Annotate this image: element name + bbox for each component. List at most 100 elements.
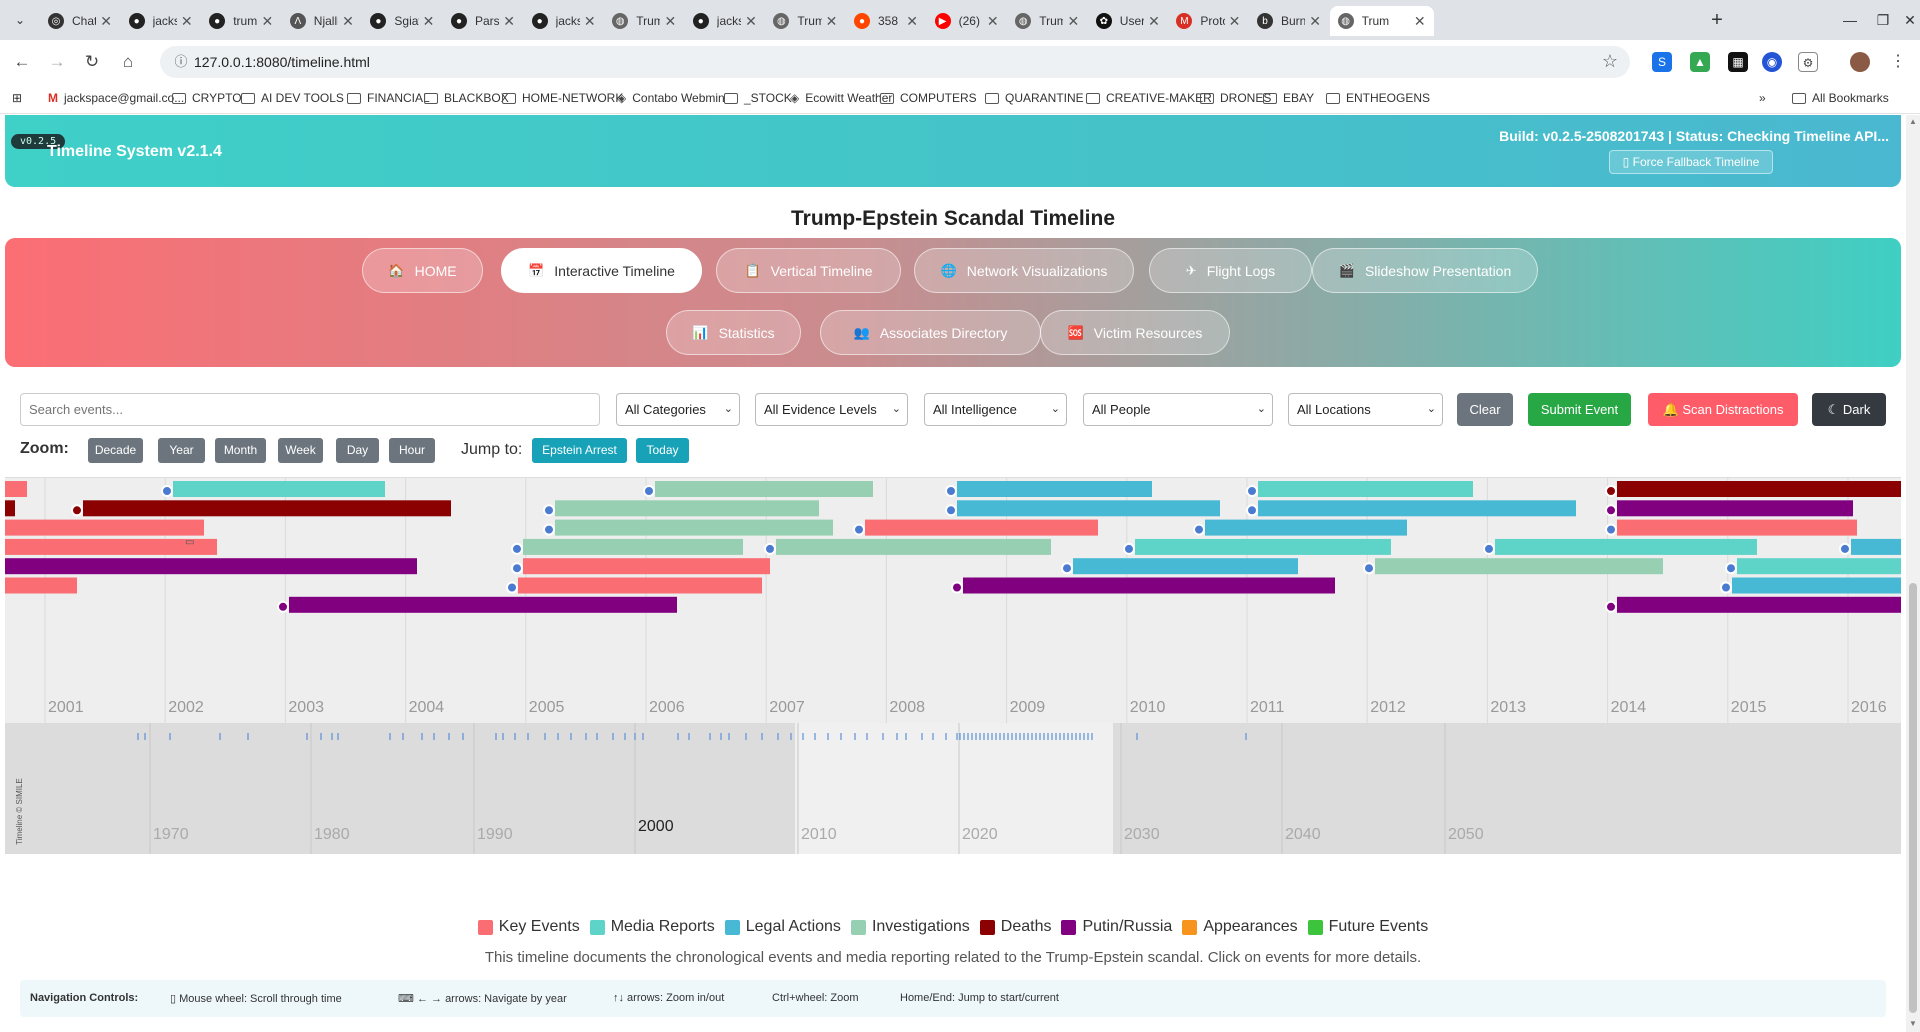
bookmark-item[interactable]: FINANCIAL [347,91,430,105]
event-bar[interactable] [1258,500,1576,517]
address-bar[interactable]: ⓘ 127.0.0.1:8080/timeline.html ☆ [160,46,1630,78]
all-bookmarks-button[interactable]: All Bookmarks [1792,91,1889,105]
event-marker-icon[interactable] [1720,581,1732,594]
event-bar[interactable] [1732,577,1901,594]
jump-today-button[interactable]: Today [636,438,689,463]
close-tab-icon[interactable]: ✕ [1148,13,1160,30]
event-marker-icon[interactable] [643,485,655,497]
event-bar[interactable] [523,558,770,575]
browser-tab[interactable]: ● jacks ✕ [121,6,201,36]
intelligence-filter-select[interactable]: All Intelligence ⌄ [924,393,1067,426]
event-bar[interactable] [555,519,833,536]
close-tab-icon[interactable]: ✕ [584,13,596,30]
event-marker-icon[interactable] [853,523,865,536]
bookmark-item[interactable]: CREATIVE-MAKER [1086,91,1212,105]
event-bar[interactable] [5,500,15,517]
bookmark-item[interactable]: HOME-NETWORK [502,91,623,105]
event-bar[interactable] [1073,558,1298,575]
event-marker-icon[interactable] [277,600,289,613]
timeline-overview-svg[interactable]: 1970 1980 1990 2010 2020 2030 2040 2050 2000 [5,723,1901,854]
event-bar[interactable] [5,519,204,536]
close-tab-icon[interactable]: ✕ [664,13,676,30]
event-marker-icon[interactable] [1839,542,1851,555]
bookmark-item[interactable]: EBAY [1263,91,1314,105]
close-tab-icon[interactable]: ✕ [826,13,838,30]
extension-icon[interactable]: ◉ [1762,52,1782,72]
event-bar[interactable] [655,481,873,497]
jump-epstein-arrest-button[interactable]: Epstein Arrest [532,438,627,463]
close-tab-icon[interactable]: ✕ [745,13,757,30]
back-icon[interactable]: ← [10,50,34,74]
bookmark-star-icon[interactable]: ☆ [1602,51,1618,72]
nav-flight-logs[interactable]: ✈ Flight Logs [1149,248,1312,293]
close-tab-icon[interactable]: ✕ [987,13,999,30]
bookmark-item[interactable]: ENTHEOGENS [1326,91,1430,105]
zoom-day-button[interactable]: Day [336,438,379,463]
browser-tab[interactable]: Λ Njalli ✕ [282,6,362,36]
zoom-week-button[interactable]: Week [278,438,323,463]
browser-tab[interactable]: ● jacks ✕ [685,6,765,36]
nav-home[interactable]: 🏠 HOME [362,248,483,293]
event-marker-icon[interactable] [1123,542,1135,555]
nav-slideshow-presentation[interactable]: 🎬 Slideshow Presentation [1312,248,1538,293]
home-icon[interactable]: ⌂ [116,50,140,74]
site-info-icon[interactable]: ⓘ [172,53,190,71]
close-window-icon[interactable]: ✕ [1895,8,1920,32]
event-bar[interactable] [555,500,819,517]
event-bar[interactable] [173,481,385,497]
people-filter-select[interactable]: All People ⌄ [1083,393,1273,426]
nav-associates-directory[interactable]: 👥 Associates Directory [820,310,1041,355]
event-marker-icon[interactable] [161,485,173,497]
close-tab-icon[interactable]: ✕ [342,13,354,30]
event-marker-icon[interactable] [1605,523,1617,536]
close-tab-icon[interactable]: ✕ [1309,13,1321,30]
tab-search-chevron-icon[interactable]: ⌄ [10,10,30,30]
browser-tab[interactable]: ● Sgiat ✕ [362,6,442,36]
zoom-hour-button[interactable]: Hour [389,438,435,463]
submit-event-button[interactable]: Submit Event [1528,393,1631,426]
browser-tab[interactable]: b Burn ✕ [1249,6,1329,36]
browser-tab[interactable]: ◍ Trum ✕ [604,6,684,36]
event-bar[interactable] [1737,558,1901,575]
extensions-puzzle-icon[interactable]: ⚙ [1798,52,1818,72]
scroll-up-icon[interactable]: ▲ [1909,117,1917,126]
event-bar[interactable] [1617,596,1901,613]
page-scrollbar[interactable]: ▲ ▼ [1906,115,1920,1032]
nav-statistics[interactable]: 📊 Statistics [666,310,801,355]
scan-distractions-button[interactable]: 🔔 Scan Distractions [1648,393,1798,426]
search-input[interactable] [20,393,600,426]
event-marker-icon[interactable] [945,504,957,517]
event-marker-icon[interactable] [511,542,523,555]
event-marker-icon[interactable] [1193,523,1205,536]
event-marker-icon[interactable] [1725,562,1737,575]
event-marker-icon[interactable] [511,562,523,575]
extension-icon[interactable]: ▦ [1728,52,1748,72]
event-bar[interactable] [865,519,1098,536]
browser-tab[interactable]: ▶ (26) ✕ [927,6,1007,36]
close-tab-icon[interactable]: ✕ [1414,13,1426,30]
event-marker-icon[interactable] [1363,562,1375,575]
event-bar[interactable] [1205,519,1407,536]
event-bar[interactable] [957,481,1152,497]
event-marker-icon[interactable] [543,523,555,536]
browser-tab[interactable]: ● Parse✕ [443,6,523,36]
event-marker-icon[interactable] [1246,485,1258,497]
close-tab-icon[interactable]: ✕ [906,13,918,30]
browser-tab[interactable]: ✿ User ✕ [1088,6,1168,36]
event-marker-icon[interactable] [71,504,83,517]
nav-interactive-timeline[interactable]: 📅 Interactive Timeline [501,248,702,293]
close-tab-icon[interactable]: ✕ [261,13,273,30]
close-tab-icon[interactable]: ✕ [1067,13,1079,30]
forward-icon[interactable]: → [45,50,69,74]
timeline-events-svg[interactable]: 2001 2002 2003 2004 2005 2006 2007 2008 2009 2010… [5,478,1901,723]
bookmark-item[interactable]: ◈ Ecowitt Weather [790,91,892,105]
nav-network-visualizations[interactable]: 🌐 Network Visualizations [914,248,1134,293]
bookmark-item[interactable]: CRYPTO [172,91,242,105]
bookmark-item[interactable]: AI DEV TOOLS [241,91,344,105]
nav-vertical-timeline[interactable]: 📋 Vertical Timeline [716,248,901,293]
event-bar[interactable] [5,577,77,594]
nav-victim-resources[interactable]: 🆘 Victim Resources [1040,310,1230,355]
event-bar[interactable] [963,577,1335,594]
more-bookmarks-button[interactable]: » [1759,91,1766,105]
timeline-overview-band[interactable]: 1970 1980 1990 2010 2020 2030 2040 2050 2000 Tim… [5,723,1901,854]
